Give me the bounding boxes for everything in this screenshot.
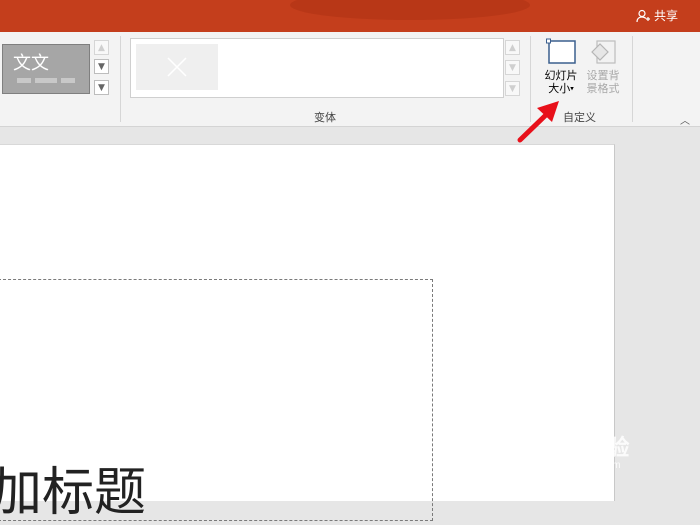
- themes-scroll-down-button[interactable]: ▼: [94, 59, 109, 74]
- format-background-label-line2: 景格式: [586, 82, 620, 95]
- variant-empty-slot[interactable]: [136, 44, 218, 90]
- ribbon-separator: [530, 36, 531, 122]
- title-bar-decoration: [290, 0, 530, 20]
- slide-size-button[interactable]: 幻灯片 大小▾: [540, 38, 582, 96]
- ribbon-separator: [120, 36, 121, 122]
- share-label: 共享: [653, 9, 678, 23]
- theme-variant-thumbnail[interactable]: 文文: [2, 44, 90, 94]
- share-button[interactable]: 共享: [636, 7, 678, 24]
- slide[interactable]: 加标题: [0, 144, 615, 523]
- empty-x-icon: [167, 57, 187, 77]
- format-background-icon: [591, 40, 616, 64]
- ribbon-separator: [632, 36, 633, 122]
- variants-scroll-down-button[interactable]: ▼: [505, 60, 520, 75]
- design-ribbon: 文文 ▲ ▼ ▼ ▲ ▼ ▼ 变体 幻灯片 大小▾ 设置背 景格式 自定义 ︿: [0, 32, 700, 127]
- baidu-jingyan-watermark: Bai 经验 jingyan.baidu.com: [540, 430, 630, 471]
- theme-thumbnail-text: 文文: [13, 53, 49, 74]
- thumb-bar: [35, 78, 57, 83]
- slide-title-text[interactable]: 加标题: [0, 450, 146, 525]
- format-background-button[interactable]: 设置背 景格式: [582, 38, 624, 95]
- share-person-icon: [636, 9, 650, 22]
- slide-size-dropdown-caret: ▾: [570, 84, 574, 93]
- collapse-ribbon-button[interactable]: ︿: [680, 112, 690, 127]
- thumb-bar: [61, 78, 75, 83]
- variants-scroll-up-button[interactable]: ▲: [505, 40, 520, 55]
- variants-more-button[interactable]: ▼: [505, 81, 520, 96]
- thumb-bar: [17, 78, 31, 83]
- slide-size-icon: [546, 38, 576, 64]
- variants-group-label: 变体: [314, 111, 336, 124]
- customize-group-label: 自定义: [563, 111, 596, 124]
- slide-size-label-line1: 幻灯片: [544, 69, 578, 82]
- slide-size-label-line2: 大小: [548, 82, 571, 95]
- format-background-label-line1: 设置背: [586, 69, 620, 82]
- themes-scroll-up-button[interactable]: ▲: [94, 40, 109, 55]
- title-bar: 共享: [0, 0, 700, 32]
- themes-more-button[interactable]: ▼: [94, 80, 109, 95]
- watermark-url: jingyan.baidu.com: [540, 460, 621, 471]
- variants-gallery[interactable]: [130, 38, 504, 98]
- watermark-brand: Bai 经验: [540, 435, 631, 460]
